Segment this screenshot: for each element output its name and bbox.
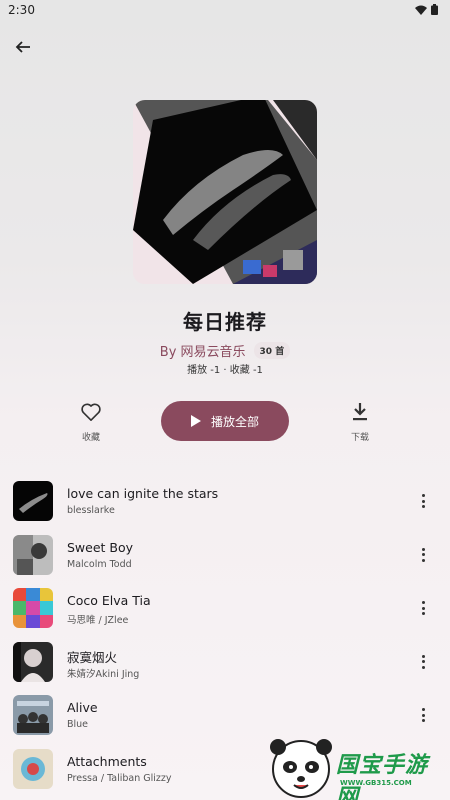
- playlist-stats: 播放 -1 · 收藏 -1: [187, 365, 263, 376]
- more-options-icon[interactable]: [412, 595, 434, 621]
- download-icon: [353, 403, 367, 421]
- song-thumbnail: [13, 641, 53, 682]
- list-item[interactable]: 寂寞烟火 朱婧汐Akini Jing: [0, 635, 450, 689]
- status-icons: [415, 4, 438, 15]
- song-artist: 马思唯 / JZlee: [67, 615, 129, 626]
- song-title: 寂寞烟火: [67, 649, 118, 665]
- panda-icon: [270, 739, 332, 798]
- song-thumbnail: [13, 481, 53, 521]
- arrow-left-icon: [15, 41, 30, 53]
- song-title: Coco Elva Tia: [67, 593, 151, 608]
- more-options-icon[interactable]: [412, 488, 434, 514]
- favorite-label: 收藏: [81, 433, 100, 443]
- back-button[interactable]: [10, 34, 36, 60]
- song-thumbnail: [13, 695, 53, 735]
- song-title: love can ignite the stars: [67, 486, 219, 501]
- song-thumbnail: [13, 534, 53, 575]
- more-options-icon[interactable]: [412, 702, 434, 728]
- download-button[interactable]: 下载: [330, 402, 390, 443]
- list-item[interactable]: love can ignite the stars blesslarke: [0, 474, 450, 528]
- wifi-icon: [415, 5, 427, 15]
- playlist-cover: [133, 100, 317, 284]
- song-title: Alive: [67, 700, 98, 715]
- status-time: 2:30: [8, 3, 35, 17]
- song-artist: Blue: [67, 719, 89, 730]
- status-bar: 2:30: [0, 0, 450, 22]
- list-item[interactable]: Sweet Boy Malcolm Todd: [0, 528, 450, 582]
- download-label: 下载: [350, 433, 369, 443]
- list-item[interactable]: Alive Blue: [0, 688, 450, 742]
- watermark-url: WWW.GB315.COM: [340, 779, 412, 787]
- battery-icon: [431, 4, 438, 15]
- heart-icon: [81, 403, 101, 421]
- song-count-badge: 30 首: [253, 342, 291, 359]
- song-artist: Malcolm Todd: [67, 558, 132, 570]
- song-title: Attachments: [67, 753, 147, 769]
- playlist-title: 每日推荐: [183, 310, 267, 334]
- more-options-icon[interactable]: [412, 649, 434, 675]
- playlist-byline-row: By 网易云音乐 30 首: [0, 341, 450, 360]
- song-thumbnail: [13, 748, 53, 789]
- song-artist: 朱婧汐Akini Jing: [67, 668, 140, 680]
- watermark-text: 国宝手游网: [336, 753, 429, 800]
- play-icon: [190, 415, 201, 427]
- playlist-author[interactable]: By 网易云音乐: [160, 341, 246, 360]
- favorite-button[interactable]: 收藏: [61, 402, 121, 443]
- song-artist: Pressa / Taliban Glizzy: [67, 772, 172, 784]
- song-thumbnail: [13, 588, 53, 628]
- list-item[interactable]: Coco Elva Tia 马思唯 / JZlee: [0, 581, 450, 635]
- more-options-icon[interactable]: [412, 542, 434, 568]
- play-all-button[interactable]: 播放全部: [161, 401, 289, 441]
- song-artist: blesslarke: [67, 505, 115, 516]
- play-all-label: 播放全部: [210, 414, 259, 429]
- song-title: Sweet Boy: [67, 539, 134, 555]
- watermark-logo: 国宝手游网 WWW.GB315.COM: [258, 735, 450, 800]
